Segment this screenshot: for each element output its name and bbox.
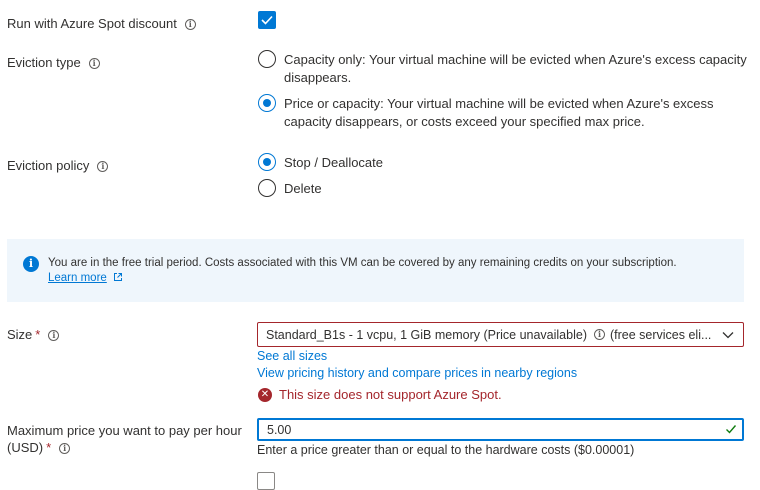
checkmark-icon xyxy=(261,15,273,25)
info-icon[interactable]: i xyxy=(88,58,100,70)
eviction-type-capacity-option[interactable]: Capacity only: Your virtual machine will… xyxy=(284,51,747,87)
option-text-line: capacity disappears, or costs exceed you… xyxy=(284,114,645,129)
option-text-line: Price or capacity: Your virtual machine … xyxy=(284,96,714,111)
size-selected-value: Standard_B1s - 1 vcpu, 1 GiB memory (Pri… xyxy=(266,327,587,342)
max-price-label-line2: (USD) xyxy=(7,440,44,455)
eviction-policy-delete-radio[interactable] xyxy=(258,179,276,197)
eviction-type-label-text: Eviction type xyxy=(7,55,81,70)
free-trial-info-banner: i You are in the free trial period. Cost… xyxy=(7,239,744,302)
size-label: Size * i xyxy=(7,327,60,342)
info-icon[interactable]: i xyxy=(184,19,196,31)
eviction-policy-stop-radio[interactable] xyxy=(258,153,276,171)
info-icon[interactable]: i xyxy=(593,329,605,340)
learn-more-link[interactable]: Learn more xyxy=(48,272,107,284)
error-icon: ✕ xyxy=(258,387,272,402)
size-error-message: ✕ This size does not support Azure Spot. xyxy=(258,387,502,402)
option-text-line: Capacity only: Your virtual machine will… xyxy=(284,52,747,67)
external-link-icon xyxy=(114,273,123,281)
option-text-line: disappears. xyxy=(284,70,352,85)
chevron-down-icon xyxy=(722,332,734,339)
info-icon[interactable]: i xyxy=(59,443,71,455)
max-price-hint: Enter a price greater than or equal to t… xyxy=(257,443,635,457)
eviction-type-price-option[interactable]: Price or capacity: Your virtual machine … xyxy=(284,95,714,131)
valid-checkmark-icon xyxy=(726,425,737,434)
max-price-input[interactable] xyxy=(257,418,744,441)
eviction-policy-stop-label[interactable]: Stop / Deallocate xyxy=(284,154,383,172)
max-price-label-line1: Maximum price you want to pay per hour xyxy=(7,423,242,438)
size-label-text: Size xyxy=(7,327,33,342)
pricing-history-link[interactable]: View pricing history and compare prices … xyxy=(257,366,577,380)
next-option-checkbox[interactable] xyxy=(257,472,275,490)
info-icon[interactable]: i xyxy=(97,161,109,173)
size-selected-suffix: (free services eli... xyxy=(609,327,712,342)
info-icon[interactable]: i xyxy=(48,330,60,342)
max-price-label-line2-row: (USD) * i xyxy=(7,439,252,456)
size-error-text: This size does not support Azure Spot. xyxy=(279,387,502,402)
learn-more-row: Learn more xyxy=(48,271,677,286)
eviction-policy-label: Eviction policy i xyxy=(7,158,109,173)
spot-discount-label-text: Run with Azure Spot discount xyxy=(7,16,177,31)
required-asterisk: * xyxy=(35,327,41,342)
eviction-type-label: Eviction type i xyxy=(7,55,100,70)
spot-discount-label: Run with Azure Spot discount i xyxy=(7,16,196,31)
max-price-label: Maximum price you want to pay per hour (… xyxy=(7,422,252,456)
info-banner-text: You are in the free trial period. Costs … xyxy=(48,257,677,269)
info-circle-icon: i xyxy=(23,256,39,272)
eviction-policy-label-text: Eviction policy xyxy=(7,158,90,173)
eviction-policy-delete-label[interactable]: Delete xyxy=(284,180,322,198)
see-all-sizes-link[interactable]: See all sizes xyxy=(257,349,327,363)
size-select[interactable]: Standard_B1s - 1 vcpu, 1 GiB memory (Pri… xyxy=(257,322,744,347)
required-asterisk: * xyxy=(46,440,52,455)
eviction-type-price-radio[interactable] xyxy=(258,94,276,112)
info-banner-content: You are in the free trial period. Costs … xyxy=(48,256,677,286)
spot-discount-checkbox[interactable] xyxy=(258,11,276,29)
eviction-type-capacity-radio[interactable] xyxy=(258,50,276,68)
